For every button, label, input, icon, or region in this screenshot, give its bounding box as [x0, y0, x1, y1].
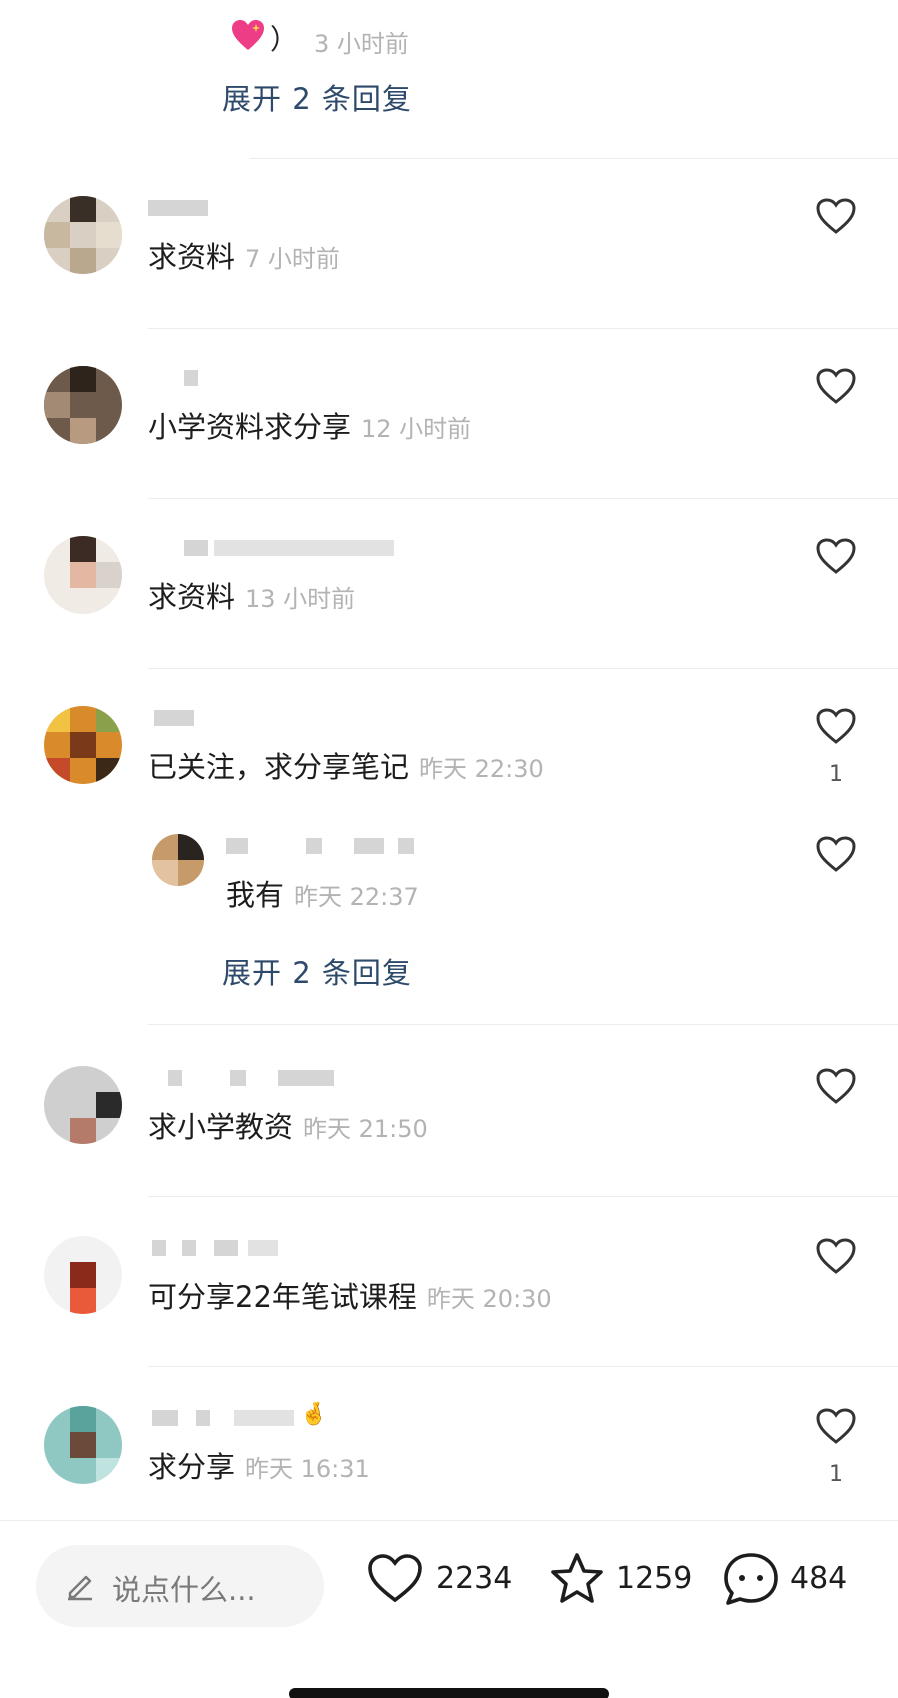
- sparkling-heart-icon: [232, 20, 264, 50]
- comment-text: 已关注，求分享笔记: [148, 750, 410, 784]
- comment-bubble-icon: [724, 1553, 778, 1605]
- comment-text-row: 求资料 7 小时前: [148, 234, 340, 276]
- avatar[interactable]: [44, 706, 122, 784]
- avatar[interactable]: [152, 834, 204, 886]
- comment-total: 484: [790, 1561, 848, 1596]
- comment-time: 昨天 21:50: [303, 1115, 428, 1143]
- reply-text: 我有: [226, 878, 285, 912]
- expand-replies-link[interactable]: 展开 2 条回复: [222, 76, 412, 118]
- comment-text: 可分享22年笔试课程: [148, 1280, 417, 1314]
- comment-text: 求资料: [148, 240, 236, 274]
- like-heart-icon[interactable]: [814, 1406, 858, 1446]
- previous-comment-tail: ） 3 小时前 展开 2 条回复: [0, 0, 898, 160]
- favorite-total: 1259: [616, 1561, 693, 1596]
- comment-text: 求小学教资: [148, 1110, 294, 1144]
- paren-text: ）: [270, 23, 299, 56]
- comment-text: 小学资料求分享: [148, 410, 352, 444]
- like-heart-icon[interactable]: [814, 196, 858, 236]
- comment-time: 12 小时前: [361, 415, 472, 443]
- timestamp: 3 小时前: [314, 30, 409, 58]
- divider: [148, 328, 898, 329]
- like-heart-icon[interactable]: [814, 834, 858, 874]
- heart-icon: [368, 1554, 422, 1603]
- comment-time: 昨天 20:30: [426, 1285, 552, 1313]
- avatar[interactable]: [44, 1066, 122, 1144]
- like-count: 1: [829, 762, 843, 787]
- avatar[interactable]: [44, 1406, 122, 1484]
- like-total: 2234: [436, 1561, 513, 1596]
- divider: [250, 158, 898, 159]
- reply-time: 昨天 22:37: [294, 883, 419, 911]
- reply-text-row: 我有 昨天 22:37: [226, 872, 419, 914]
- crossed-fingers-icon: 🤞: [300, 1402, 328, 1427]
- like-heart-icon[interactable]: [814, 706, 858, 746]
- comment-time: 昨天 22:30: [419, 755, 544, 783]
- like-heart-icon[interactable]: [814, 536, 858, 576]
- avatar[interactable]: [44, 366, 122, 444]
- divider: [148, 668, 898, 669]
- divider: [148, 498, 898, 499]
- divider: [148, 1196, 898, 1197]
- avatar[interactable]: [44, 196, 122, 274]
- comment-text-row: 可分享22年笔试课程 昨天 20:30: [148, 1274, 552, 1316]
- pencil-icon: [68, 1575, 92, 1601]
- star-icon: [551, 1553, 603, 1603]
- expand-replies-link[interactable]: 展开 2 条回复: [222, 950, 412, 992]
- comment-input[interactable]: 说点什么...: [36, 1545, 324, 1627]
- comment-text-row: 求分享 昨天 16:31: [148, 1444, 370, 1486]
- divider: [148, 1024, 898, 1025]
- comment-time: 7 小时前: [245, 245, 340, 273]
- input-placeholder: 说点什么...: [112, 1573, 256, 1607]
- comment-time: 昨天 16:31: [245, 1455, 370, 1483]
- comment-text-row: 已关注，求分享笔记 昨天 22:30: [148, 744, 544, 786]
- comment-text-row: 求小学教资 昨天 21:50: [148, 1104, 428, 1146]
- comment-text-row: 求资料 13 小时前: [148, 574, 355, 616]
- divider: [148, 1366, 898, 1367]
- comment-text: 求分享: [148, 1450, 236, 1484]
- like-heart-icon[interactable]: [814, 1066, 858, 1106]
- comment-time: 13 小时前: [245, 585, 356, 613]
- like-heart-icon[interactable]: [814, 1236, 858, 1276]
- avatar[interactable]: [44, 536, 122, 614]
- comment-text: 求资料: [148, 580, 236, 614]
- like-count: 1: [829, 1462, 843, 1487]
- bottom-action-bar: 说点什么... 2234 1259 484: [0, 1520, 898, 1650]
- like-heart-icon[interactable]: [814, 366, 858, 406]
- comment-text-row: 小学资料求分享 12 小时前: [148, 404, 471, 446]
- home-indicator: [289, 1688, 609, 1698]
- avatar[interactable]: [44, 1236, 122, 1314]
